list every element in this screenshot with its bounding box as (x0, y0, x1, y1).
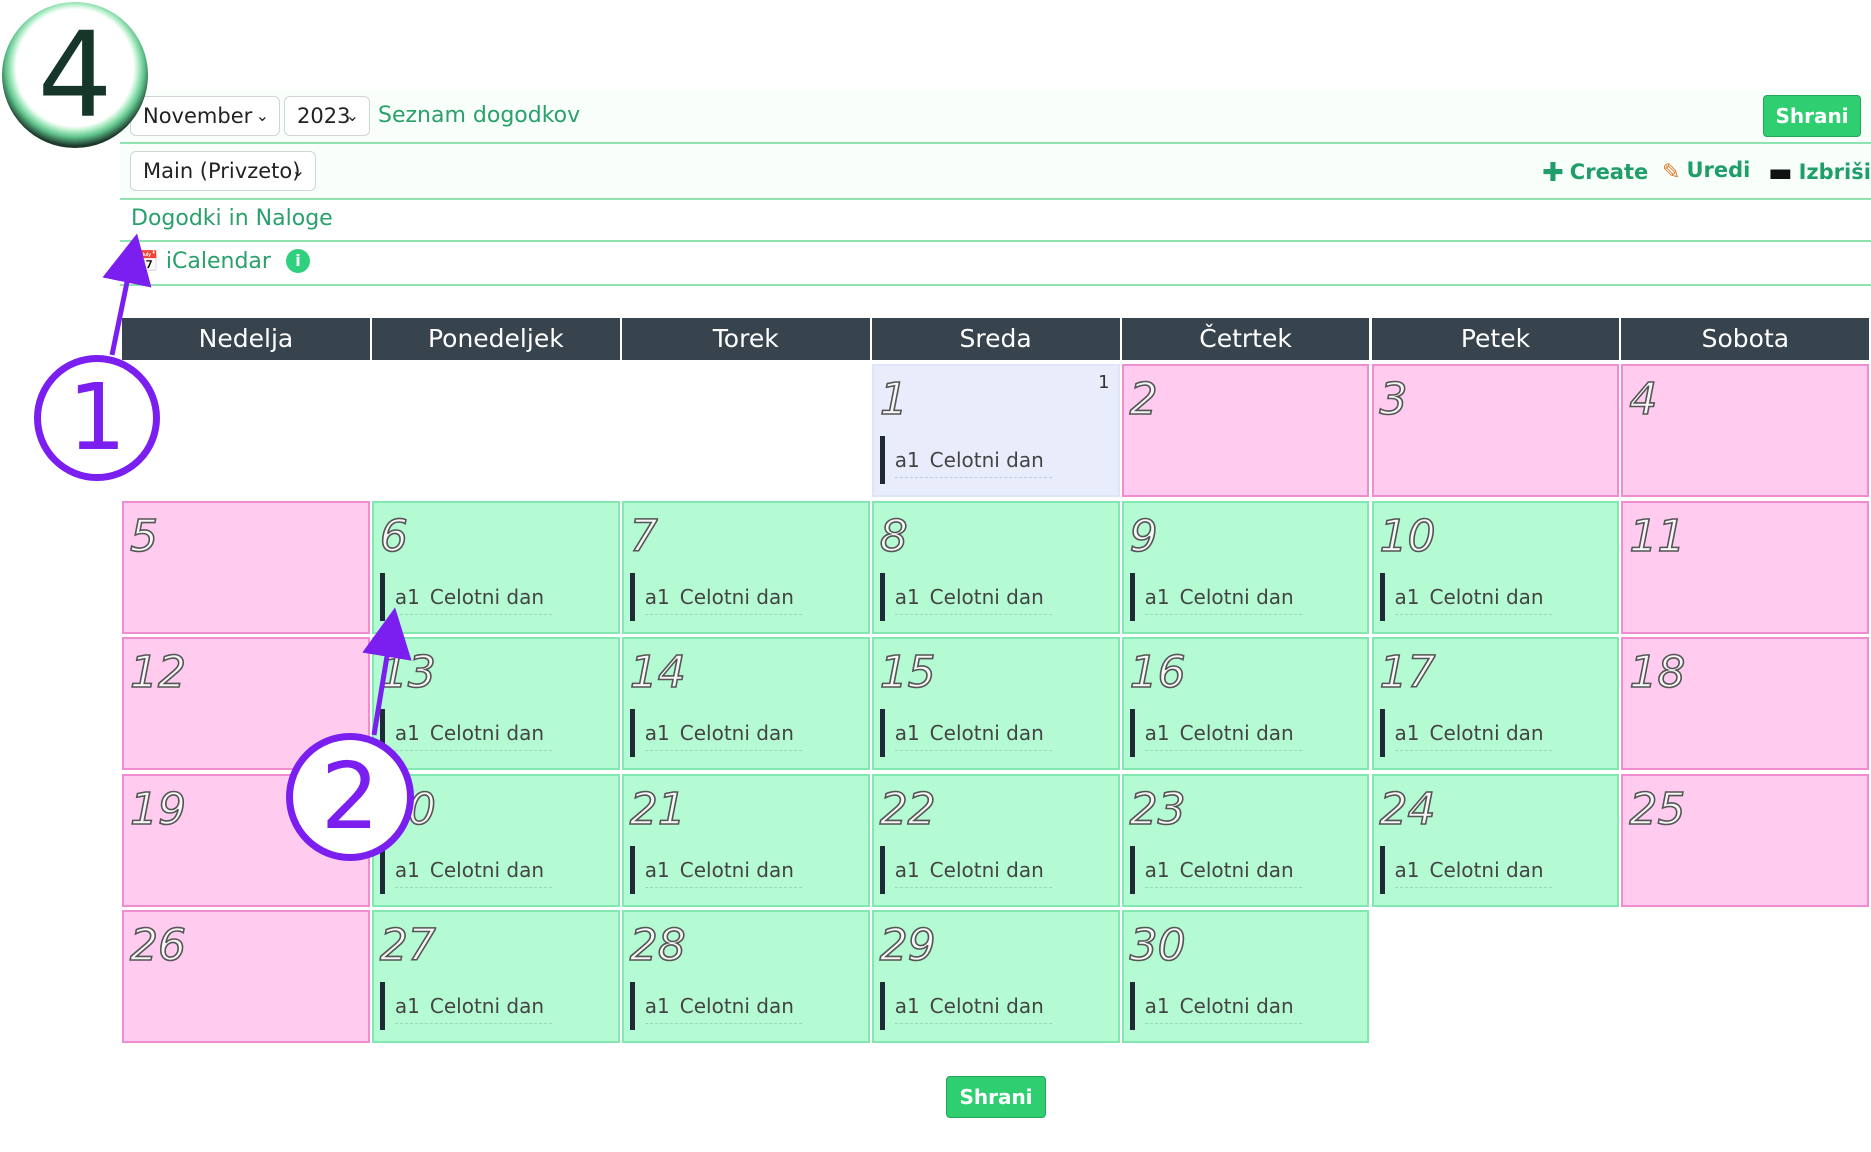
annotation-arrow-2 (362, 607, 412, 736)
annotation-arrow-1 (102, 233, 152, 356)
annotation-arrows (102, 233, 412, 736)
